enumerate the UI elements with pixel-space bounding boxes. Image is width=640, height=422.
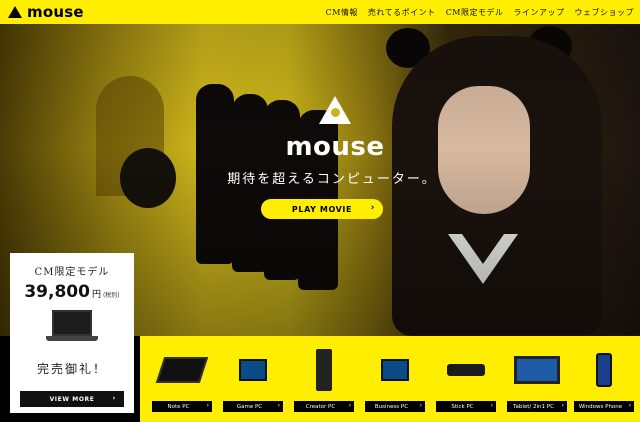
lineup-game-pc[interactable]: Game PC › bbox=[223, 336, 283, 422]
lineup-label: Stick PC bbox=[451, 403, 474, 410]
view-more-button[interactable]: VIEW MORE › bbox=[20, 391, 124, 407]
laptop-icon bbox=[155, 357, 209, 383]
main-nav: CM情報 売れてるポイント CM限定モデル ラインアップ ウェブショップ bbox=[326, 0, 634, 24]
hero-brand-name: mouse bbox=[285, 132, 385, 162]
cm-model-price: 39,800 円 (税別) bbox=[10, 282, 134, 302]
lineup-label: Windows Phone bbox=[578, 403, 623, 410]
sold-out-text: 完売御礼！ bbox=[36, 362, 107, 376]
price-currency: 円 bbox=[91, 290, 101, 300]
chevron-right-icon: › bbox=[490, 402, 493, 409]
price-value: 39,800 bbox=[24, 282, 90, 302]
lineup-label: Note PC bbox=[167, 403, 190, 410]
play-movie-label: PLAY MOVIE bbox=[291, 204, 353, 214]
nav-web-shop[interactable]: ウェブショップ bbox=[575, 7, 635, 18]
phone-icon bbox=[596, 353, 612, 387]
mouse-logo-icon bbox=[8, 6, 22, 18]
nav-lineup[interactable]: ラインアップ bbox=[514, 7, 565, 18]
hero-brand: mouse 期待を超えるコンピューター。 bbox=[227, 96, 440, 187]
product-lineup: Note PC › Game PC › Creator PC › Business P… bbox=[140, 336, 640, 422]
nav-cm-model[interactable]: CM限定モデル bbox=[446, 7, 504, 18]
lineup-label: Game PC bbox=[236, 403, 263, 410]
gaming-pc-icon bbox=[239, 359, 267, 381]
cm-model-card: CM限定モデル 39,800 円 (税別) 完売御礼！ VIEW MORE › bbox=[10, 253, 134, 413]
lineup-creator-pc[interactable]: Creator PC › bbox=[294, 336, 354, 422]
nav-cm-info[interactable]: CM情報 bbox=[326, 7, 358, 18]
laptop-icon bbox=[46, 310, 98, 346]
lineup-label: Creator PC bbox=[305, 403, 336, 410]
lineup-note-pc[interactable]: Note PC › bbox=[152, 336, 212, 422]
logo[interactable]: mouse bbox=[8, 3, 84, 21]
header: mouse CM情報 売れてるポイント CM限定モデル ラインアップ ウェブショ… bbox=[0, 0, 640, 24]
stick-pc-icon bbox=[447, 364, 485, 376]
lineup-business-pc[interactable]: Business PC › bbox=[365, 336, 425, 422]
lineup-stick-pc[interactable]: Stick PC › bbox=[436, 336, 496, 422]
mouse-brand-icon bbox=[319, 96, 351, 124]
lineup-tablet-pc[interactable]: Tablet/ 2in1 PC › bbox=[507, 336, 567, 422]
tablet-icon bbox=[514, 356, 560, 384]
hero-tagline: 期待を超えるコンピューター。 bbox=[227, 172, 437, 187]
logo-text: mouse bbox=[27, 3, 84, 21]
play-movie-button[interactable]: PLAY MOVIE › bbox=[261, 199, 383, 219]
price-tax-note: (税別) bbox=[102, 292, 120, 299]
nav-selling-points[interactable]: 売れてるポイント bbox=[368, 7, 436, 18]
chevron-right-icon: › bbox=[112, 394, 116, 402]
chevron-right-icon: › bbox=[348, 402, 351, 409]
view-more-label: VIEW MORE bbox=[49, 395, 95, 403]
chevron-right-icon: › bbox=[277, 402, 280, 409]
lineup-windows-phone[interactable]: Windows Phone › bbox=[574, 336, 634, 422]
chevron-right-icon: › bbox=[370, 203, 375, 213]
lineup-label: Tablet/ 2in1 PC bbox=[513, 403, 554, 410]
chevron-right-icon: › bbox=[628, 402, 631, 409]
chevron-right-icon: › bbox=[561, 402, 564, 409]
desktop-pc-icon bbox=[381, 359, 409, 381]
cm-model-title: CM限定モデル bbox=[34, 267, 110, 278]
lineup-label: Business PC bbox=[374, 403, 409, 410]
chevron-right-icon: › bbox=[206, 402, 209, 409]
chevron-right-icon: › bbox=[419, 402, 422, 409]
tower-pc-icon bbox=[316, 349, 332, 391]
